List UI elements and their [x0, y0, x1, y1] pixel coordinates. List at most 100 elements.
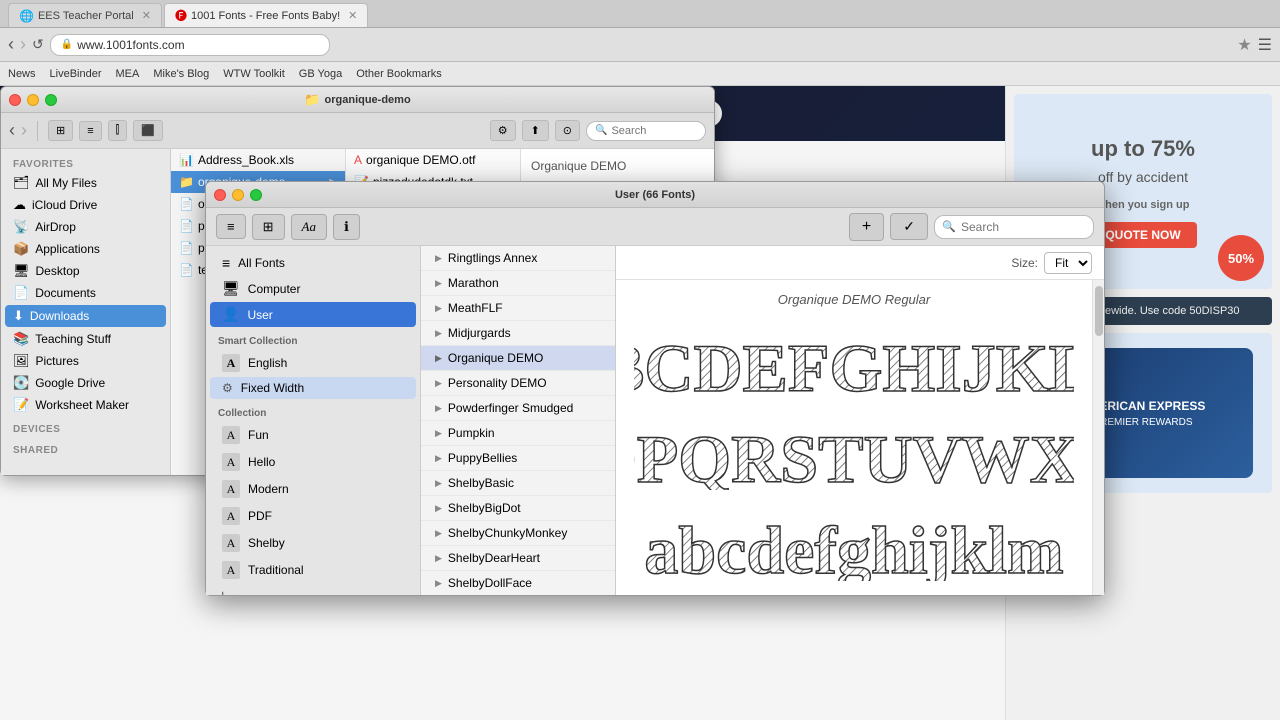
desktop-icon: 🖥: [13, 263, 30, 279]
preview-svg-row1: ABCDEFGHIJKLM: [634, 319, 1074, 399]
fontlist-item-pumpkin[interactable]: ▶ Pumpkin: [421, 421, 615, 446]
finder-close-btn[interactable]: [9, 94, 21, 106]
finder-item-worksheet[interactable]: 📝 Worksheet Maker: [1, 394, 170, 416]
fm-search-input[interactable]: [934, 215, 1094, 239]
fm-close-btn[interactable]: [214, 189, 226, 201]
finder-min-btn[interactable]: [27, 94, 39, 106]
finder-title: 📁 organique-demo: [304, 92, 410, 108]
fm-add-collection[interactable]: +: [206, 584, 420, 595]
fm-body: ≡ All Fonts 🖥 Computer 👤 User Smart Coll…: [206, 246, 1104, 595]
fontlist-item-shelbybasic[interactable]: ▶ ShelbyBasic: [421, 471, 615, 496]
finder-view-icon[interactable]: ⊞: [48, 120, 73, 141]
fm-view-grid-btn[interactable]: ⊞: [252, 214, 285, 240]
fl-arrow-pumpkin: ▶: [435, 428, 442, 439]
fontlist-item-shelbydoll[interactable]: ▶ ShelbyDollFace: [421, 571, 615, 595]
quote-now-btn[interactable]: QUOTE NOW: [1089, 222, 1196, 248]
finder-view-list[interactable]: ≡: [79, 121, 101, 141]
finder-item-icloud[interactable]: ☁ iCloud Drive: [1, 194, 170, 216]
bookmark-news[interactable]: News: [8, 68, 36, 80]
fm-activate-btn[interactable]: ✓: [890, 213, 928, 240]
bookmark-other[interactable]: Other Bookmarks: [356, 68, 442, 80]
fontlist-item-marathon[interactable]: ▶ Marathon: [421, 271, 615, 296]
fontlist-item-personality[interactable]: ▶ Personality DEMO: [421, 371, 615, 396]
bookmark-mikes[interactable]: Mike's Blog: [153, 68, 209, 80]
tab-ees[interactable]: 🌐 EES Teacher Portal ✕: [8, 3, 162, 27]
finder-item-applications[interactable]: 📦 Applications: [1, 238, 170, 260]
finder-col1-item-address[interactable]: 📊 Address_Book.xls: [171, 149, 345, 171]
bookmark-star[interactable]: ★: [1237, 35, 1251, 55]
fm-smart-collection-label: Smart Collection: [206, 328, 420, 349]
finder-search[interactable]: [611, 125, 691, 137]
finder-item-downloads[interactable]: ⬇ Downloads: [5, 305, 166, 327]
fm-item-modern[interactable]: A Modern: [210, 476, 416, 502]
forward-btn[interactable]: ›: [20, 34, 26, 55]
finder-max-btn[interactable]: [45, 94, 57, 106]
fontlist-item-puppybellies[interactable]: ▶ PuppyBellies: [421, 446, 615, 471]
fm-min-btn[interactable]: [232, 189, 244, 201]
fontlist-item-shelbybigdot[interactable]: ▶ ShelbyBigDot: [421, 496, 615, 521]
preview-svg-row2: NOPQRSTUVWXYZ: [634, 410, 1074, 490]
browser-menu[interactable]: ☰: [1258, 35, 1272, 55]
finder-item-teaching[interactable]: 📚 Teaching Stuff: [1, 328, 170, 350]
fontlist-item-powderfinger[interactable]: ▶ Powderfinger Smudged: [421, 396, 615, 421]
fm-item-user[interactable]: 👤 User: [210, 302, 416, 327]
user-icon: 👤: [222, 306, 239, 323]
finder-tag[interactable]: ⊙: [555, 120, 580, 141]
fontlist-item-midjurgards[interactable]: ▶ Midjurgards: [421, 321, 615, 346]
finder-view-cover[interactable]: ⬛: [133, 120, 163, 141]
fm-add-btn[interactable]: +: [849, 213, 884, 241]
finder-view-col[interactable]: ⫿: [108, 120, 128, 141]
fl-arrow-shelbybasic: ▶: [435, 478, 442, 489]
tab-ees-close[interactable]: ✕: [142, 9, 151, 22]
ad-text: up to 75%off by accidentwhen you sign up: [1091, 136, 1195, 214]
tab-fonts-close[interactable]: ✕: [348, 9, 357, 22]
fontlist-item-shelbychunky[interactable]: ▶ ShelbyChunkyMonkey: [421, 521, 615, 546]
bookmark-livebinder[interactable]: LiveBinder: [50, 68, 102, 80]
finder-item-documents[interactable]: 📄 Documents: [1, 282, 170, 304]
reload-btn[interactable]: ↺: [32, 36, 44, 53]
address-text[interactable]: www.1001fonts.com: [77, 38, 184, 52]
fl-arrow-marathon: ▶: [435, 278, 442, 289]
worksheet-icon: 📝: [13, 397, 29, 413]
finder-back[interactable]: ‹: [9, 120, 15, 141]
fm-preview-scrollbar[interactable]: [1092, 280, 1104, 595]
english-label: English: [248, 356, 287, 370]
fontlist-item-ringtlings[interactable]: ▶ Ringtlings Annex: [421, 246, 615, 271]
fm-item-allfonts[interactable]: ≡ All Fonts: [210, 251, 416, 275]
finder-item-desktop[interactable]: 🖥 Desktop: [1, 260, 170, 282]
fontlist-item-meath[interactable]: ▶ MeathFLF: [421, 296, 615, 321]
tab-1001fonts[interactable]: 🅕 1001 Fonts - Free Fonts Baby! ✕: [164, 3, 368, 27]
fontlist-item-shelbydear[interactable]: ▶ ShelbyDearHeart: [421, 546, 615, 571]
back-btn[interactable]: ‹: [8, 34, 14, 55]
bookmark-yoga[interactable]: GB Yoga: [299, 68, 342, 80]
finder-forward[interactable]: ›: [21, 120, 27, 141]
fm-font-info-btn[interactable]: Aa: [291, 214, 327, 240]
fm-item-pdf[interactable]: A PDF: [210, 503, 416, 529]
finder-share[interactable]: ⬆: [522, 120, 549, 141]
finder-item-allmyfiles[interactable]: 🗂 All My Files: [1, 172, 170, 194]
scrollbar-thumb[interactable]: [1095, 286, 1103, 336]
bookmark-mea[interactable]: MEA: [116, 68, 140, 80]
googledrive-icon: 💽: [13, 375, 29, 391]
fm-max-btn[interactable]: [250, 189, 262, 201]
fontlist-item-organique[interactable]: ▶ Organique DEMO: [421, 346, 615, 371]
finder-item-googledrive[interactable]: 💽 Google Drive: [1, 372, 170, 394]
fm-item-hello[interactable]: A Hello: [210, 449, 416, 475]
fm-search-wrap: 🔍: [934, 215, 1094, 239]
fm-item-fixedwidth[interactable]: ⚙ Fixed Width: [210, 377, 416, 399]
fm-size-select[interactable]: Fit 72 48 36 24: [1044, 252, 1092, 274]
fm-item-fun[interactable]: A Fun: [210, 422, 416, 448]
bookmark-wtw[interactable]: WTW Toolkit: [223, 68, 285, 80]
finder-file-otf[interactable]: A organique DEMO.otf: [346, 149, 520, 171]
fm-view-list-btn[interactable]: ≡: [216, 214, 246, 239]
fm-item-computer[interactable]: 🖥 Computer: [210, 276, 416, 301]
fm-item-traditional[interactable]: A Traditional: [210, 557, 416, 583]
finder-item-pictures[interactable]: 🖼 Pictures: [1, 350, 170, 372]
teaching-label: Teaching Stuff: [35, 332, 111, 346]
fm-item-english[interactable]: A English: [210, 350, 416, 376]
computer-icon: 🖥: [222, 280, 240, 297]
finder-item-airdrop[interactable]: 📡 AirDrop: [1, 216, 170, 238]
fm-item-shelby[interactable]: A Shelby: [210, 530, 416, 556]
fm-info-btn[interactable]: ℹ: [333, 214, 360, 240]
finder-action[interactable]: ⚙: [490, 120, 516, 141]
